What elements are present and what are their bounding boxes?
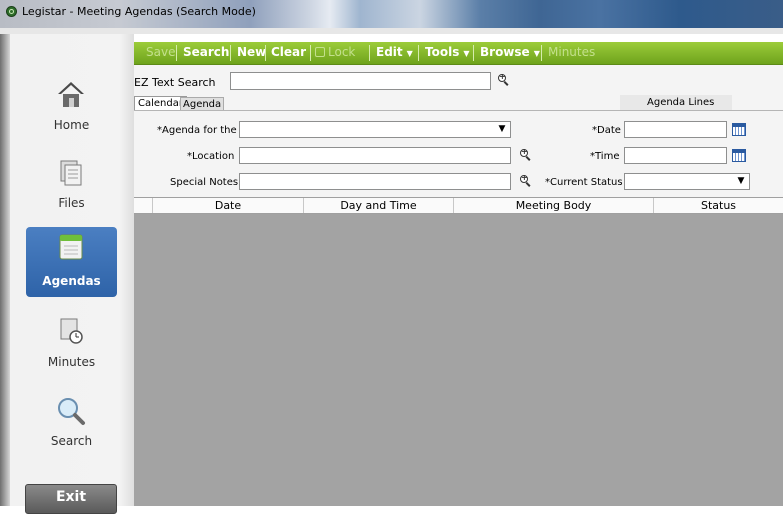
toolbar-separator xyxy=(369,45,370,61)
special-notes-label: Special Notes xyxy=(170,177,239,188)
tab-underline xyxy=(134,110,783,111)
clear-button[interactable]: Clear xyxy=(271,45,306,59)
zoom-search-icon[interactable]: + xyxy=(498,72,510,86)
toolbar: Save Search New Clear Lock Edit ▼ Tools ▼ … xyxy=(134,42,783,65)
agenda-for-label: *Agenda for the xyxy=(157,125,237,136)
special-notes-input[interactable] xyxy=(239,173,511,190)
column-header-date[interactable]: Date xyxy=(153,198,304,213)
window-title: Legistar - Meeting Agendas (Search Mode) xyxy=(22,5,256,18)
chevron-down-icon[interactable]: ▼ xyxy=(494,122,510,137)
main-content: EZ Text Search + Calendar Agenda Agenda … xyxy=(134,65,783,506)
date-input[interactable] xyxy=(624,121,727,138)
location-lookup-icon[interactable]: + xyxy=(520,147,532,161)
time-label: *Time xyxy=(590,151,620,162)
minutes-button[interactable]: Minutes xyxy=(548,45,595,59)
agenda-for-select[interactable]: ▼ xyxy=(239,121,511,138)
tab-agenda[interactable]: Agenda xyxy=(180,97,225,111)
chevron-down-icon[interactable]: ▼ xyxy=(733,174,749,189)
new-button[interactable]: New xyxy=(237,45,266,59)
calendar-icon[interactable] xyxy=(732,149,746,162)
left-nav-shadow xyxy=(0,34,10,506)
ez-text-search-input[interactable] xyxy=(230,72,491,90)
column-header-meeting-body[interactable]: Meeting Body xyxy=(454,198,654,213)
ez-text-search-label: EZ Text Search xyxy=(134,76,216,89)
app-icon xyxy=(6,6,17,17)
tools-label: Tools xyxy=(425,45,460,59)
search-button[interactable]: Search xyxy=(183,45,229,59)
exit-button[interactable]: Exit xyxy=(25,484,117,514)
location-label: *Location xyxy=(187,151,235,162)
edit-label: Edit xyxy=(376,45,403,59)
toolbar-separator xyxy=(176,45,177,61)
minutes-icon xyxy=(60,318,83,344)
nav-item-search[interactable]: Search xyxy=(26,391,117,461)
nav-label-agendas: Agendas xyxy=(42,274,101,288)
results-grid: Date Day and Time Meeting Body Status xyxy=(134,197,783,506)
browse-label: Browse xyxy=(480,45,530,59)
nav-label-minutes: Minutes xyxy=(47,355,96,369)
time-input[interactable] xyxy=(624,147,727,164)
nav-item-files[interactable]: Files xyxy=(26,154,117,224)
title-bar: Legistar - Meeting Agendas (Search Mode) xyxy=(0,0,783,34)
toolbar-separator xyxy=(265,45,266,61)
column-header-status[interactable]: Status xyxy=(654,198,783,213)
current-status-label: *Current Status xyxy=(545,177,623,188)
toolbar-separator xyxy=(310,45,311,61)
toolbar-separator xyxy=(473,45,474,61)
location-input[interactable] xyxy=(239,147,511,164)
tab-agenda-lines[interactable]: Agenda Lines xyxy=(620,95,732,111)
left-nav: Home Files Agendas Minutes Search Exit xyxy=(0,34,134,514)
nav-item-home[interactable]: Home xyxy=(26,75,117,145)
nav-label-search: Search xyxy=(50,434,93,448)
agendas-icon xyxy=(59,234,83,260)
current-status-select[interactable]: ▼ xyxy=(624,173,750,190)
chevron-down-icon: ▼ xyxy=(533,49,540,58)
toolbar-separator xyxy=(541,45,542,61)
date-label: *Date xyxy=(592,125,621,136)
chevron-down-icon: ▼ xyxy=(406,49,413,58)
edit-menu[interactable]: Edit ▼ xyxy=(376,45,413,59)
toolbar-separator xyxy=(418,45,419,61)
special-notes-lookup-icon[interactable]: + xyxy=(520,173,532,187)
lock-button[interactable]: Lock xyxy=(315,45,355,59)
nav-item-agendas[interactable]: Agendas xyxy=(26,227,117,297)
tools-menu[interactable]: Tools ▼ xyxy=(425,45,470,59)
nav-label-files: Files xyxy=(58,196,85,210)
nav-label-home: Home xyxy=(53,118,90,132)
save-button[interactable]: Save xyxy=(146,45,175,59)
home-icon xyxy=(58,82,84,107)
chevron-down-icon: ▼ xyxy=(463,49,470,58)
column-header-day-time[interactable]: Day and Time xyxy=(304,198,454,213)
search-icon xyxy=(58,398,85,425)
browse-menu[interactable]: Browse ▼ xyxy=(480,45,540,59)
lock-icon xyxy=(315,47,325,57)
lock-label: Lock xyxy=(328,45,356,59)
toolbar-separator xyxy=(230,45,231,61)
calendar-icon[interactable] xyxy=(732,123,746,136)
files-icon xyxy=(60,160,82,186)
grid-header: Date Day and Time Meeting Body Status xyxy=(134,197,783,214)
row-selector-header xyxy=(134,198,153,213)
nav-item-minutes[interactable]: Minutes xyxy=(26,311,117,381)
